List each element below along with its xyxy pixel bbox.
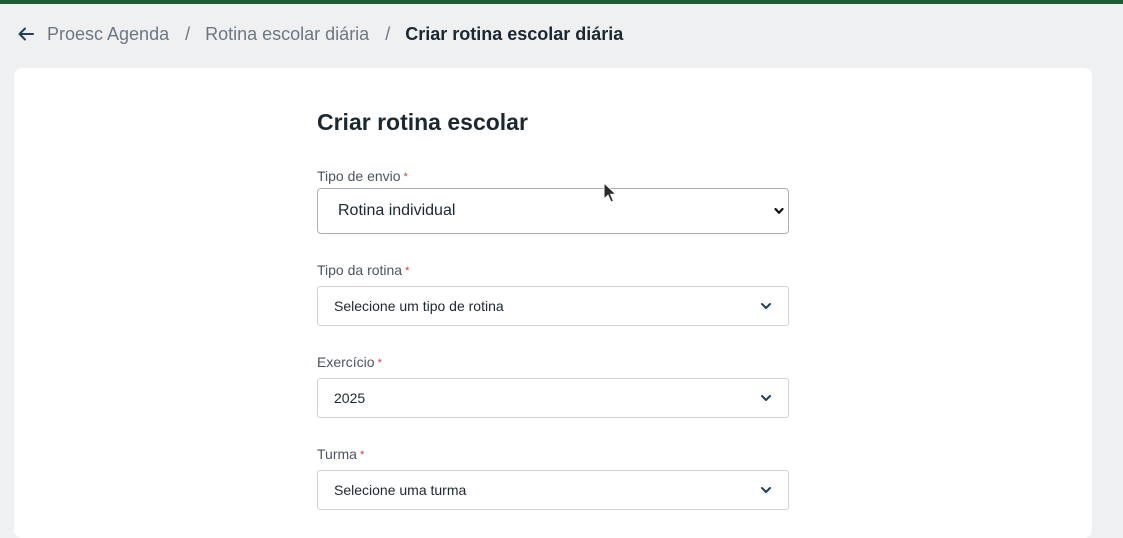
breadcrumb-current-page: Criar rotina escolar diária [405,23,624,44]
tipo-envio-label: Tipo de envio * [317,168,408,184]
turma-label-text: Turma [317,446,357,462]
chevron-down-icon [774,207,784,214]
exercicio-select[interactable]: 2025 [317,378,789,418]
top-accent-bar [0,0,1123,4]
exercicio-label: Exercício * [317,354,382,370]
chevron-down-icon [761,395,771,401]
exercicio-selected-value: 2025 [334,390,366,406]
breadcrumb-separator: / [185,23,191,44]
tipo-envio-selected-value: Rotina individual [338,202,456,219]
tipo-rotina-select[interactable]: Selecione um tipo de rotina [317,286,789,326]
form-title: Criar rotina escolar [317,109,528,135]
tipo-rotina-label-text: Tipo da rotina [317,262,403,278]
tipo-envio-label-text: Tipo de envio [317,168,401,184]
required-marker: * [359,449,365,461]
tipo-rotina-label: Tipo da rotina * [317,262,409,278]
back-button[interactable] [18,20,36,48]
exercicio-label-text: Exercício [317,354,375,370]
turma-placeholder: Selecione uma turma [334,482,467,498]
required-marker: * [377,357,382,369]
arrow-left-icon [18,27,34,41]
tipo-rotina-placeholder: Selecione um tipo de rotina [334,298,504,314]
breadcrumb-link-proesc-agenda[interactable]: Proesc Agenda [47,24,169,45]
breadcrumb: Proesc Agenda / Rotina escolar diária / … [18,20,623,48]
tipo-envio-select[interactable]: Rotina individual [317,188,789,234]
required-marker: * [405,265,410,277]
turma-select[interactable]: Selecione uma turma [317,470,789,510]
required-marker: * [403,171,408,183]
breadcrumb-link-rotina-escolar-diaria[interactable]: Rotina escolar diária [205,24,369,45]
breadcrumb-separator: / [385,23,391,44]
form-card: Criar rotina escolar Tipo de envio * Roti… [14,68,1092,538]
chevron-down-icon [761,487,771,493]
turma-label: Turma * [317,446,364,462]
chevron-down-icon [761,303,771,309]
